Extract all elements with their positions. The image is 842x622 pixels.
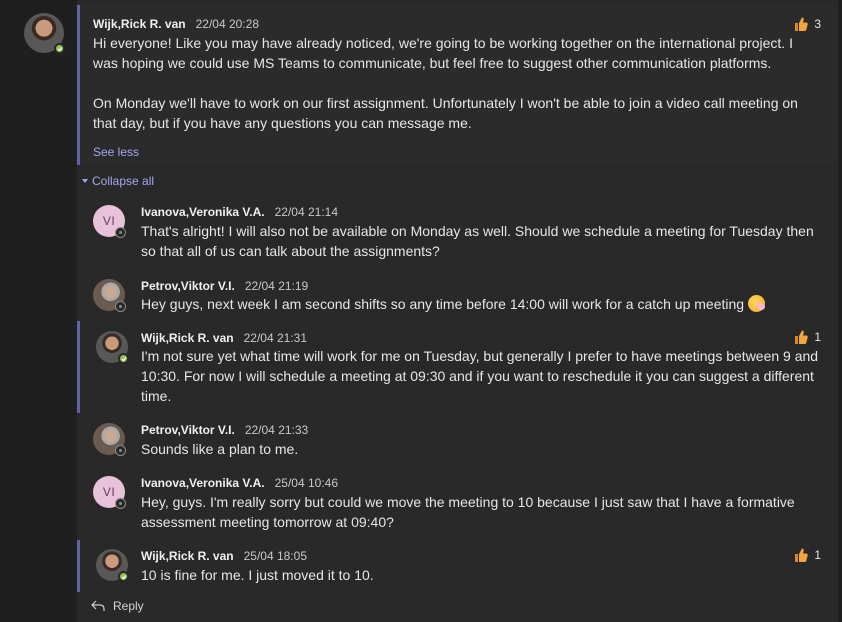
- author-name: Petrov,Viktor V.I.: [141, 279, 235, 293]
- reply-message[interactable]: Petrov,Viktor V.I. 22/04 21:33 Sounds lik…: [77, 414, 838, 462]
- presence-away-icon: [115, 445, 126, 456]
- timestamp: 22/04 21:33: [244, 423, 309, 437]
- reaction-count: 3: [814, 17, 821, 31]
- presence-available-icon: [118, 353, 129, 364]
- like-reaction[interactable]: 3: [794, 16, 821, 32]
- reply-message[interactable]: Wijk,Rick R. van 22/04 21:31 1 I'm not su…: [77, 321, 838, 413]
- timestamp: 25/04 18:05: [243, 549, 307, 563]
- message-header: Ivanova,Veronika V.A. 25/04 10:46: [141, 476, 338, 490]
- reply-button[interactable]: Reply: [91, 599, 144, 613]
- message-header: Wijk,Rick R. van 22/04 21:31: [141, 331, 307, 345]
- author-name: Petrov,Viktor V.I.: [141, 423, 235, 437]
- message-body: Hey guys, next week I am second shifts s…: [141, 294, 821, 314]
- timestamp: 25/04 10:46: [274, 476, 339, 490]
- message-paragraph: Hi everyone! Like you may have already n…: [93, 35, 793, 71]
- author-name: Ivanova,Veronika V.A.: [141, 205, 265, 219]
- like-reaction[interactable]: 1: [794, 329, 821, 345]
- see-less-link[interactable]: See less: [93, 145, 139, 159]
- presence-away-icon: [115, 301, 126, 312]
- message-body: Sounds like a plan to me.: [141, 441, 299, 457]
- author-name: Ivanova,Veronika V.A.: [141, 476, 265, 490]
- avatar-viktor[interactable]: [93, 423, 126, 456]
- timestamp: 22/04 21:19: [244, 279, 309, 293]
- presence-available-icon: [54, 43, 65, 54]
- collapse-all-label: Collapse all: [92, 174, 155, 188]
- thumbs-up-icon: [795, 330, 809, 344]
- avatar-viktor[interactable]: [93, 279, 126, 312]
- avatar-rick[interactable]: [24, 13, 65, 54]
- root-message[interactable]: Wijk,Rick R. van 22/04 20:28 3 Hi everyon…: [77, 5, 838, 165]
- like-reaction[interactable]: 1: [794, 547, 821, 563]
- presence-away-icon: [115, 498, 126, 509]
- message-header: Wijk,Rick R. van 25/04 18:05: [141, 549, 307, 563]
- reaction-count: 1: [814, 548, 821, 562]
- author-name: Wijk,Rick R. van: [141, 549, 234, 563]
- avatar-veronika[interactable]: VI: [93, 205, 126, 238]
- avatar-rick[interactable]: [96, 331, 129, 364]
- reply-message[interactable]: Wijk,Rick R. van 25/04 18:05 1 10 is fine…: [77, 540, 838, 592]
- reply-message[interactable]: VI Ivanova,Veronika V.A. 25/04 10:46 Hey,…: [77, 468, 838, 536]
- avatar-veronika[interactable]: VI: [93, 476, 126, 509]
- caret-down-icon: [82, 179, 88, 183]
- message-header: Petrov,Viktor V.I. 22/04 21:33: [141, 423, 308, 437]
- message-body: Hi everyone! Like you may have already n…: [93, 33, 818, 133]
- message-header: Ivanova,Veronika V.A. 22/04 21:14: [141, 205, 338, 219]
- timestamp: 22/04 20:28: [195, 17, 259, 31]
- message-paragraph: On Monday we'll have to work on our firs…: [93, 95, 798, 131]
- message-text: Hey guys, next week I am second shifts s…: [141, 296, 745, 312]
- thumbs-up-icon: [795, 548, 809, 562]
- reply-message[interactable]: VI Ivanova,Veronika V.A. 22/04 21:14 That…: [77, 196, 838, 262]
- message-body: I'm not sure yet what time will work for…: [141, 348, 819, 404]
- author-name: Wijk,Rick R. van: [93, 17, 186, 31]
- author-name: Wijk,Rick R. van: [141, 331, 234, 345]
- reaction-count: 1: [814, 330, 821, 344]
- timestamp: 22/04 21:14: [274, 205, 339, 219]
- message-body: Hey, guys. I'm really sorry but could we…: [141, 494, 795, 530]
- thumbs-up-icon: [795, 17, 809, 31]
- reply-message[interactable]: Petrov,Viktor V.I. 22/04 21:19 Hey guys, …: [77, 270, 838, 316]
- avatar-rick[interactable]: [96, 549, 129, 582]
- reply-bar: Reply: [77, 592, 838, 622]
- message-body: That's alright! I will also not be avail…: [141, 223, 814, 259]
- presence-away-icon: [115, 227, 126, 238]
- message-header: Wijk,Rick R. van 22/04 20:28: [93, 17, 259, 31]
- hand-over-mouth-emoji-icon: [748, 295, 766, 312]
- reply-label: Reply: [113, 599, 144, 613]
- message-body: 10 is fine for me. I just moved it to 10…: [141, 567, 374, 583]
- message-header: Petrov,Viktor V.I. 22/04 21:19: [141, 279, 308, 293]
- timestamp: 22/04 21:31: [243, 331, 307, 345]
- collapse-all-button[interactable]: Collapse all: [82, 174, 154, 188]
- reply-arrow-icon: [91, 600, 105, 611]
- presence-available-icon: [118, 571, 129, 582]
